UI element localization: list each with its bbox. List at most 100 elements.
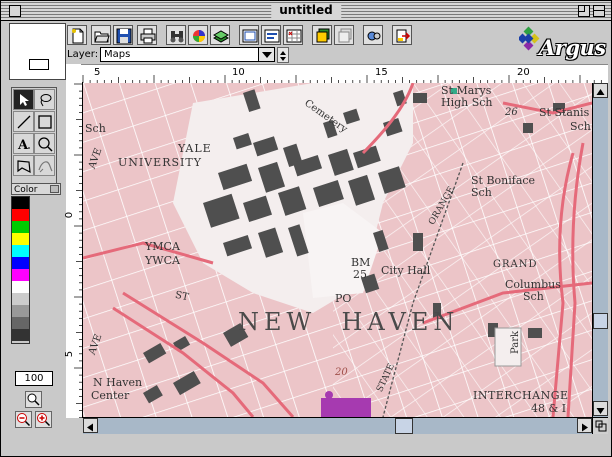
new-document-button[interactable]: [67, 25, 87, 45]
lasso-tool[interactable]: [34, 89, 55, 110]
h-ruler-label-15: 15: [375, 67, 388, 78]
grid-xyz-icon: [286, 29, 302, 43]
stack-layers-icon: [316, 28, 330, 43]
print-icon: [140, 28, 156, 44]
ruler-corner: [66, 64, 81, 83]
map-label-city-hall: City Hall: [381, 264, 431, 277]
map-label-park: Park: [510, 330, 522, 355]
scroll-up-button[interactable]: [593, 83, 608, 98]
arrow-left-icon: [87, 423, 93, 432]
export-button[interactable]: [392, 25, 412, 45]
line-icon: [17, 115, 31, 129]
arrow-up-icon: [596, 89, 605, 95]
line-tool[interactable]: [13, 111, 34, 132]
stack-faded-button[interactable]: [334, 25, 354, 45]
map-label-center: Center: [91, 389, 130, 402]
color-wheel-icon: [193, 30, 205, 42]
zoom-out-icon: [17, 413, 31, 427]
rectangle-tool[interactable]: [34, 111, 55, 132]
magnify-tool-icon: [38, 137, 53, 152]
close-box[interactable]: [9, 5, 21, 17]
color-swatch[interactable]: [12, 317, 29, 329]
polygon-icon: [17, 160, 31, 174]
zoom-level-field[interactable]: 100: [15, 371, 53, 386]
zoom-magnifier-icon: [27, 393, 40, 406]
color-swatch[interactable]: [12, 245, 29, 257]
scroll-down-button[interactable]: [593, 401, 608, 416]
zoom-in-button[interactable]: [35, 411, 52, 428]
color-swatch[interactable]: [12, 329, 29, 341]
magnify-tool[interactable]: [34, 133, 55, 154]
color-swatch[interactable]: [12, 281, 29, 293]
zoom-out-button[interactable]: [15, 411, 32, 428]
scroll-left-button[interactable]: [83, 418, 98, 433]
v-ruler-label-0: 0: [64, 211, 76, 219]
map-label-ywca: YWCA: [145, 254, 180, 267]
color-swatch[interactable]: [12, 221, 29, 233]
stack-button[interactable]: [312, 25, 332, 45]
zoom-box[interactable]: [578, 5, 590, 17]
color-dropdown-icon[interactable]: [50, 185, 59, 193]
layer-dropdown-arrow[interactable]: [258, 47, 275, 62]
color-swatch[interactable]: [12, 257, 29, 269]
grow-box-icon: [595, 420, 607, 432]
layers-button[interactable]: [210, 25, 230, 45]
map-label-po: PO: [335, 292, 352, 305]
layer-select[interactable]: Maps: [100, 47, 275, 62]
binoculars-icon: [170, 31, 184, 43]
document-preview[interactable]: [9, 23, 66, 80]
vertical-scroll-thumb[interactable]: [593, 313, 608, 329]
new-document-icon: [72, 28, 84, 44]
export-icon: [396, 29, 411, 43]
polygon-tool[interactable]: [13, 155, 34, 176]
map-label-university: UNIVERSITY: [118, 156, 202, 169]
layer-stepper[interactable]: [277, 47, 289, 63]
map-label-sch-1: Sch: [570, 120, 591, 133]
h-ruler-label-10: 10: [232, 67, 245, 78]
open-button[interactable]: [91, 25, 111, 45]
resize-grow-box[interactable]: [592, 417, 608, 434]
color-swatch[interactable]: [12, 305, 29, 317]
grid-button[interactable]: [283, 25, 303, 45]
color-swatch[interactable]: [12, 269, 29, 281]
title-bar[interactable]: untitled: [1, 1, 611, 21]
layer-label: Layer:: [67, 49, 99, 60]
frame-icon: [242, 29, 258, 43]
open-folder-icon: [94, 31, 110, 43]
collapse-box[interactable]: [593, 5, 605, 17]
color-swatch[interactable]: [12, 233, 29, 245]
map-label-n-haven: N Haven: [93, 376, 143, 389]
logo-text: Argus: [539, 35, 606, 60]
map-label-yale: YALE: [178, 142, 212, 155]
horizontal-scroll-thumb[interactable]: [395, 418, 413, 434]
save-button[interactable]: [113, 25, 133, 45]
stepper-arrows-icon: [280, 51, 286, 61]
arrow-select-icon: [20, 94, 29, 106]
arrow-right-icon: [582, 423, 588, 432]
color-button[interactable]: [188, 25, 208, 45]
print-button[interactable]: [137, 25, 157, 45]
color-label: Color: [14, 185, 38, 195]
map-label-new-haven: NEW HAVEN: [238, 308, 460, 336]
color-swatch[interactable]: [12, 293, 29, 305]
text-tool[interactable]: A: [13, 133, 34, 154]
find-button[interactable]: [166, 25, 186, 45]
frame-button[interactable]: [239, 25, 259, 45]
h-ruler-label-20: 20: [517, 67, 530, 78]
svg-text:A: A: [17, 138, 29, 152]
horizontal-scrollbar[interactable]: [83, 417, 592, 434]
color-swatch[interactable]: [12, 197, 29, 209]
color-swatch[interactable]: [12, 209, 29, 221]
freeform-tool[interactable]: [34, 155, 55, 176]
text-frame-icon: [264, 29, 280, 43]
text-frame-button[interactable]: [261, 25, 281, 45]
layers-book-icon: [213, 30, 229, 43]
color-palette-header[interactable]: Color: [11, 183, 61, 195]
connect-button[interactable]: [363, 25, 383, 45]
scroll-right-button[interactable]: [577, 418, 592, 433]
map-label-sch-4: Sch: [523, 290, 544, 303]
vertical-scrollbar[interactable]: [592, 83, 608, 417]
zoom-tool-button[interactable]: [25, 391, 42, 408]
map-canvas[interactable]: St Marys High Sch St Stanis Sch Sch Ceme…: [83, 83, 592, 417]
select-tool[interactable]: [13, 89, 34, 110]
